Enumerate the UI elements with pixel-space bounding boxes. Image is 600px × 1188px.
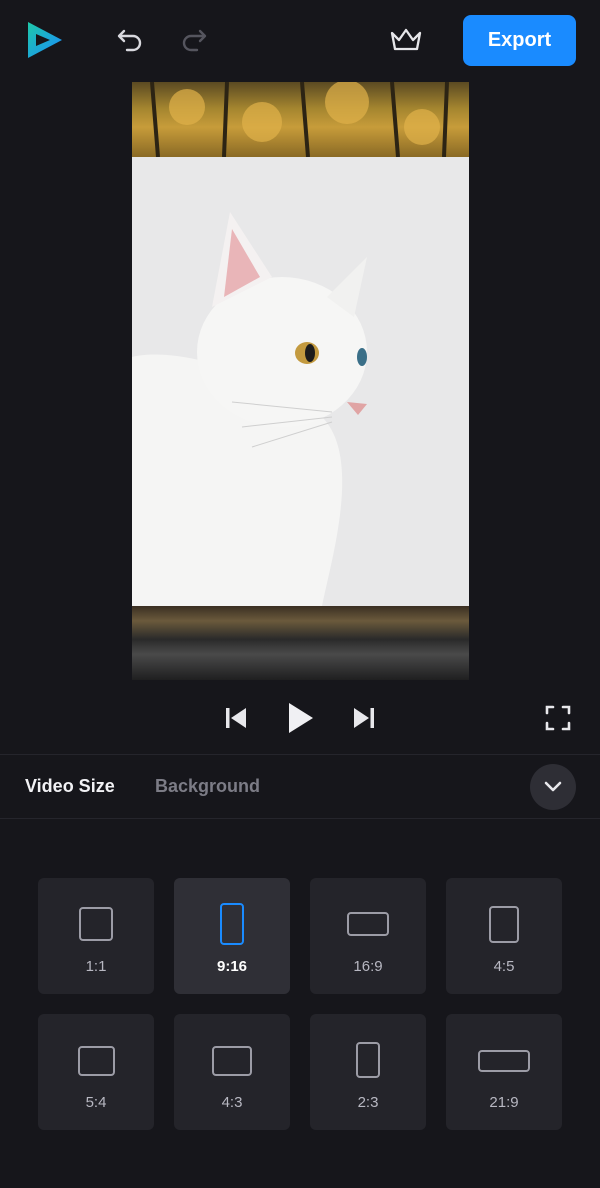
size-option-9-16[interactable]: 9:16	[174, 878, 290, 994]
play-icon	[289, 703, 313, 733]
size-option-1-1[interactable]: 1:1	[38, 878, 154, 994]
water-background-image	[132, 606, 469, 680]
chevron-down-icon	[544, 781, 562, 792]
export-button[interactable]: Export	[463, 15, 576, 66]
aspect-ratio-icon	[78, 1046, 115, 1076]
play-button[interactable]	[278, 696, 322, 740]
divider	[0, 818, 600, 819]
aspect-ratio-icon	[212, 1046, 252, 1076]
size-option-label: 4:3	[221, 1094, 243, 1111]
skip-previous-button[interactable]	[218, 696, 254, 740]
skip-next-button[interactable]	[346, 696, 382, 740]
video-preview[interactable]	[132, 82, 469, 680]
cat-photo	[132, 157, 469, 606]
size-option-label: 2:3	[357, 1094, 379, 1111]
playback-controls	[0, 696, 600, 740]
settings-tabs: Video Size Background	[0, 756, 600, 816]
logo-icon	[24, 20, 64, 60]
divider	[0, 754, 600, 755]
aspect-ratio-icon	[356, 1042, 380, 1078]
size-option-5-4[interactable]: 5:4	[38, 1014, 154, 1130]
tab-background[interactable]: Background	[155, 774, 260, 798]
redo-icon	[182, 29, 207, 52]
video-size-grid: 1:1 9:16 16:9 4:5 5:4 4:3 2:3 21:9	[38, 878, 562, 1130]
size-option-label: 16:9	[353, 958, 383, 975]
size-option-label: 9:16	[216, 958, 248, 975]
forest-background-image	[132, 82, 469, 158]
size-option-4-5[interactable]: 4:5	[446, 878, 562, 994]
size-option-21-9[interactable]: 21:9	[446, 1014, 562, 1130]
size-option-label: 5:4	[85, 1094, 107, 1111]
size-option-4-3[interactable]: 4:3	[174, 1014, 290, 1130]
collapse-panel-button[interactable]	[530, 764, 576, 810]
crown-icon	[390, 28, 422, 51]
size-option-label: 21:9	[489, 1094, 519, 1111]
skip-next-icon	[354, 708, 374, 728]
aspect-ratio-icon	[347, 912, 389, 936]
premium-button[interactable]	[386, 22, 426, 58]
size-option-2-3[interactable]: 2:3	[310, 1014, 426, 1130]
size-option-label: 1:1	[85, 958, 107, 975]
skip-previous-icon	[226, 708, 246, 728]
fullscreen-button[interactable]	[540, 696, 576, 740]
undo-button[interactable]	[112, 24, 148, 56]
size-option-label: 4:5	[493, 958, 515, 975]
undo-icon	[117, 29, 142, 52]
tab-video-size[interactable]: Video Size	[25, 774, 115, 798]
aspect-ratio-icon	[489, 906, 519, 943]
aspect-ratio-icon	[220, 903, 244, 945]
aspect-ratio-icon	[478, 1050, 530, 1072]
size-option-16-9[interactable]: 16:9	[310, 878, 426, 994]
fullscreen-icon	[545, 705, 571, 731]
top-bar: Export	[0, 0, 600, 80]
aspect-ratio-icon	[79, 907, 113, 941]
redo-button[interactable]	[176, 24, 212, 56]
